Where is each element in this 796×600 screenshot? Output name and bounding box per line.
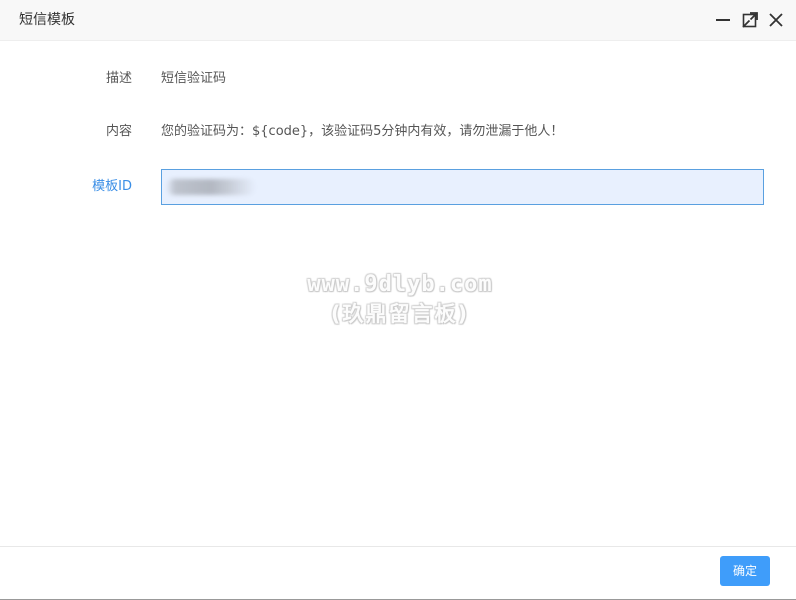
template-id-label: 模板ID bbox=[92, 179, 132, 194]
maximize-icon[interactable] bbox=[741, 11, 759, 29]
content-label: 内容 bbox=[105, 124, 132, 139]
dialog-title: 短信模板 bbox=[19, 12, 75, 28]
description-value: 短信验证码 bbox=[161, 71, 227, 86]
content-value: 您的验证码为：${code}，该验证码5分钟内有效，请勿泄漏于他人！ bbox=[161, 124, 564, 139]
close-icon[interactable] bbox=[767, 11, 785, 29]
confirm-button[interactable]: 确定 bbox=[720, 556, 770, 586]
watermark-site-name: (玖鼎留言板) bbox=[330, 302, 470, 326]
sms-template-dialog: 短信模板 描述 短信验证码 内容 您的验证码为：${code}，该验证码5分钟内… bbox=[0, 0, 796, 600]
redacted-value-mask bbox=[166, 179, 256, 195]
minimize-icon[interactable] bbox=[714, 11, 732, 29]
description-label: 描述 bbox=[105, 71, 132, 86]
dialog-titlebar: 短信模板 bbox=[0, 0, 796, 41]
watermark: www.9dlyb.com (玖鼎留言板) bbox=[290, 270, 510, 328]
dialog-footer bbox=[0, 546, 796, 600]
watermark-url: www.9dlyb.com bbox=[307, 272, 493, 297]
